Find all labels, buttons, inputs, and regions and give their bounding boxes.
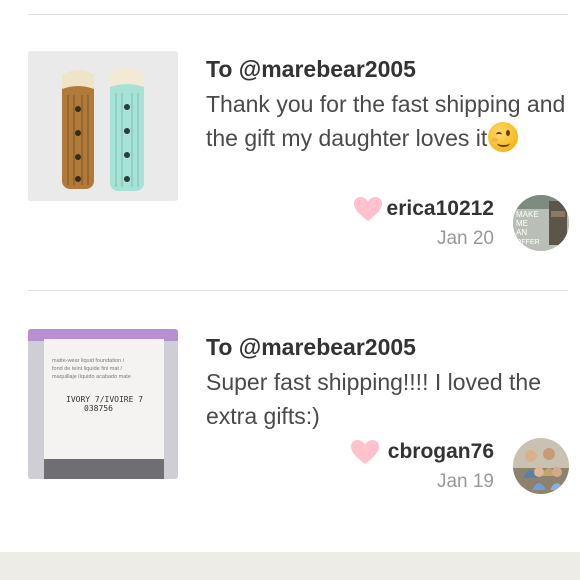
review-recipient[interactable]: To @marebear2005: [206, 332, 566, 362]
review-date: Jan 20: [436, 228, 494, 249]
avatar-image: MAKE ME AN OFFER: [513, 195, 569, 251]
top-divider: [28, 14, 568, 15]
review-recipient[interactable]: To @marebear2005: [206, 54, 566, 84]
reviewer-username[interactable]: cbrogan76: [388, 440, 494, 464]
svg-text:ME: ME: [516, 219, 528, 228]
review-text: Thank you for the fast shipping and the …: [206, 87, 566, 155]
box-label-line: fond de teint liquide fini mat /: [52, 366, 123, 372]
review-divider: [28, 290, 568, 291]
heart-icon[interactable]: [350, 439, 380, 465]
box-label: matte-wear liquid foundation / fond de t…: [52, 357, 160, 413]
reviewer-avatar[interactable]: MAKE ME AN OFFER: [513, 195, 569, 251]
review-message-block: To @marebear2005 Super fast shipping!!!!…: [206, 332, 566, 433]
shade-label: IVORY 7/IVOIRE 7: [66, 395, 144, 404]
avatar-text: MAKE: [516, 210, 539, 219]
reviewer-username[interactable]: erica10212: [387, 197, 494, 221]
review-thumbnail[interactable]: matte-wear liquid foundation / fond de t…: [28, 329, 178, 479]
box-label-line: matte-wear liquid foundation /: [52, 358, 125, 364]
shade-code: 038756: [84, 404, 113, 413]
box-label-line: maquillaje líquido acabado mate: [52, 374, 131, 380]
review-thumbnail[interactable]: [28, 51, 178, 201]
heart-icon[interactable]: [353, 196, 383, 222]
footer-bar: [0, 552, 580, 580]
reviewer-avatar[interactable]: [513, 438, 569, 494]
svg-text:OFFER: OFFER: [516, 239, 540, 246]
review-message: Super fast shipping!!!! I loved the extr…: [206, 369, 541, 429]
leg-warmers-image: [28, 51, 178, 201]
avatar-family-photo: [513, 438, 569, 494]
review-date: Jan 19: [436, 471, 494, 492]
review-message-block: To @marebear2005 Thank you for the fast …: [206, 54, 566, 155]
svg-text:AN: AN: [516, 228, 527, 237]
winking-face-icon: [488, 122, 519, 152]
